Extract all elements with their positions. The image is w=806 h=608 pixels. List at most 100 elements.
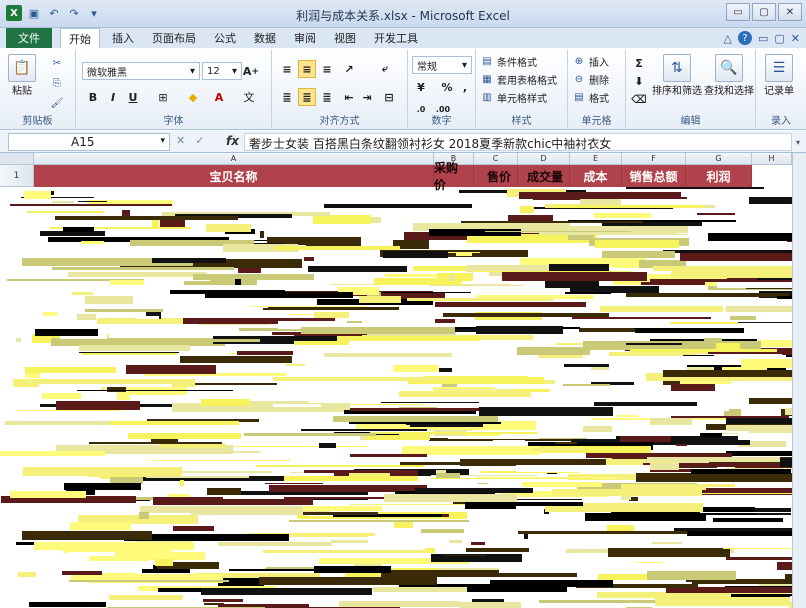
glitch-stripe (201, 399, 250, 406)
row-header-1[interactable]: 1 (0, 165, 34, 187)
column-header-c[interactable]: C (474, 153, 518, 165)
insert-function-button[interactable]: fx (226, 134, 239, 148)
select-all-corner[interactable] (0, 153, 34, 165)
align-middle-icon[interactable]: ≡ (298, 60, 316, 78)
insert-button[interactable]: ⊕ 插入 (572, 54, 609, 69)
glitch-stripe (54, 255, 186, 257)
align-left-icon[interactable]: ≣ (278, 88, 296, 106)
copy-icon[interactable]: ⎘ (50, 76, 64, 90)
font-size-select[interactable]: 12 ▾ (202, 62, 242, 80)
tab-review[interactable]: 审阅 (286, 28, 324, 48)
clear-icon[interactable]: ⌫ (630, 90, 648, 108)
confirm-entry-icon[interactable]: ✓ (195, 134, 204, 147)
find-select-button[interactable]: 🔍 查找和选择 (704, 54, 754, 97)
fill-color-icon[interactable]: ◆ (184, 88, 202, 106)
formula-input[interactable]: 奢步士女装 百搭黑白条纹翻领衬衫女 2018夏季新款chic中袖衬衣女 (244, 133, 792, 151)
tab-view[interactable]: 视图 (326, 28, 364, 48)
conditional-format-button[interactable]: ▤ 条件格式 (480, 54, 537, 69)
glitch-stripe (39, 384, 172, 387)
tab-page-layout[interactable]: 页面布局 (144, 28, 204, 48)
close-workbook-icon[interactable]: ✕ (791, 32, 800, 45)
glitch-stripe (273, 377, 448, 381)
column-header-f[interactable]: F (622, 153, 686, 165)
increase-indent-icon[interactable]: ⇥ (358, 88, 376, 106)
wrap-text-icon[interactable]: ⤶ (376, 60, 394, 78)
autosum-button[interactable]: Σ (630, 54, 648, 72)
cell-styles-button[interactable]: ▥ 单元格样式 (480, 90, 547, 105)
header-cell-total-sales[interactable]: 销售总额 (622, 165, 686, 187)
maximize-icon[interactable]: ▢ (752, 3, 776, 21)
tab-file[interactable]: 文件 (6, 28, 52, 48)
help-icon[interactable]: ? (737, 31, 752, 45)
header-cell-cost[interactable]: 成本 (570, 165, 622, 187)
glitch-stripe (303, 512, 378, 515)
align-top-icon[interactable]: ≡ (278, 60, 296, 78)
cancel-entry-icon[interactable]: ✕ (176, 134, 185, 147)
minimize-ribbon-icon[interactable]: △ (724, 32, 732, 45)
currency-icon[interactable]: ¥ (412, 78, 430, 96)
align-right-icon[interactable]: ≣ (318, 88, 336, 106)
column-header-e[interactable]: E (570, 153, 622, 165)
border-icon[interactable]: ⊞ (154, 88, 172, 106)
name-box[interactable]: A15 ▾ (8, 133, 170, 151)
grow-font-icon[interactable]: A + (242, 62, 260, 80)
clipboard-group-label: 剪贴板 (22, 116, 53, 127)
cut-icon[interactable]: ✂ (50, 56, 64, 70)
tab-data[interactable]: 数据 (246, 28, 284, 48)
worksheet[interactable]: A B C D E F G H 1 宝贝名称 采购价 售价 成交量 成本 销售总… (0, 153, 806, 608)
vertical-scrollbar[interactable] (792, 153, 806, 608)
header-cell-volume[interactable]: 成交量 (518, 165, 570, 187)
orientation-icon[interactable]: ↗ (340, 60, 358, 78)
format-painter-icon[interactable]: 🖌 (50, 96, 64, 110)
glitch-stripe (27, 211, 104, 213)
header-cell-product-name[interactable]: 宝贝名称 (34, 165, 434, 187)
number-format-select[interactable]: 常规 ▾ (412, 56, 472, 74)
glitch-stripe (308, 266, 407, 272)
glitch-stripe (563, 384, 610, 386)
glitch-stripe (110, 280, 144, 285)
format-button[interactable]: ▤ 格式 (572, 90, 609, 105)
restore-workbook-icon[interactable]: ▭ (758, 32, 768, 45)
column-header-g[interactable]: G (686, 153, 752, 165)
column-header-d[interactable]: D (518, 153, 570, 165)
glitch-stripe (683, 355, 714, 356)
expand-formula-bar-icon[interactable]: ▾ (792, 134, 804, 150)
glitch-stripe (42, 393, 81, 399)
decrease-indent-icon[interactable]: ⇤ (340, 88, 358, 106)
tab-formulas[interactable]: 公式 (206, 28, 244, 48)
fill-icon[interactable]: ⬇ (630, 72, 648, 90)
align-bottom-icon[interactable]: ≡ (318, 60, 336, 78)
close-icon[interactable]: ✕ (778, 3, 802, 21)
data-form-button[interactable]: ☰ 记录单 (764, 54, 794, 97)
font-color-icon[interactable]: A (210, 88, 228, 106)
tab-developer[interactable]: 开发工具 (366, 28, 426, 48)
delete-button[interactable]: ⊖ 删除 (572, 72, 609, 87)
minimize-icon[interactable]: ▭ (726, 3, 750, 21)
header-cell-profit[interactable]: 利润 (686, 165, 752, 187)
glitch-stripe (368, 536, 449, 543)
glitch-stripe (421, 529, 464, 533)
glitch-stripe (520, 206, 534, 213)
bold-button[interactable]: B (84, 88, 102, 106)
tab-home[interactable]: 开始 (60, 28, 100, 48)
column-header-h[interactable]: H (752, 153, 792, 165)
column-header-a[interactable]: A (34, 153, 434, 165)
header-cell-purchase-price[interactable]: 采购价 (434, 161, 474, 192)
phonetic-button[interactable]: 文 (240, 88, 258, 106)
sort-filter-button[interactable]: ⇅ 排序和筛选 (652, 54, 702, 97)
restore-window-icon[interactable]: ▢ (774, 32, 784, 45)
paste-button[interactable]: 📋 粘贴 (8, 54, 36, 97)
glitch-stripe (128, 433, 241, 439)
align-center-icon[interactable]: ≣ (298, 88, 316, 106)
header-cell-sale-price[interactable]: 售价 (474, 165, 518, 187)
percent-button[interactable]: % (438, 78, 456, 96)
glitch-stripe (263, 550, 427, 553)
font-name-select[interactable]: 微软雅黑 ▾ (82, 62, 200, 80)
glitch-stripe (68, 272, 207, 277)
merge-center-icon[interactable]: ⊟ (380, 88, 398, 106)
tab-insert[interactable]: 插入 (104, 28, 142, 48)
comma-button[interactable]: , (456, 78, 474, 96)
italic-button[interactable]: I (104, 88, 122, 106)
format-as-table-button[interactable]: ▦ 套用表格格式 (480, 72, 557, 87)
underline-button[interactable]: U (124, 88, 142, 106)
